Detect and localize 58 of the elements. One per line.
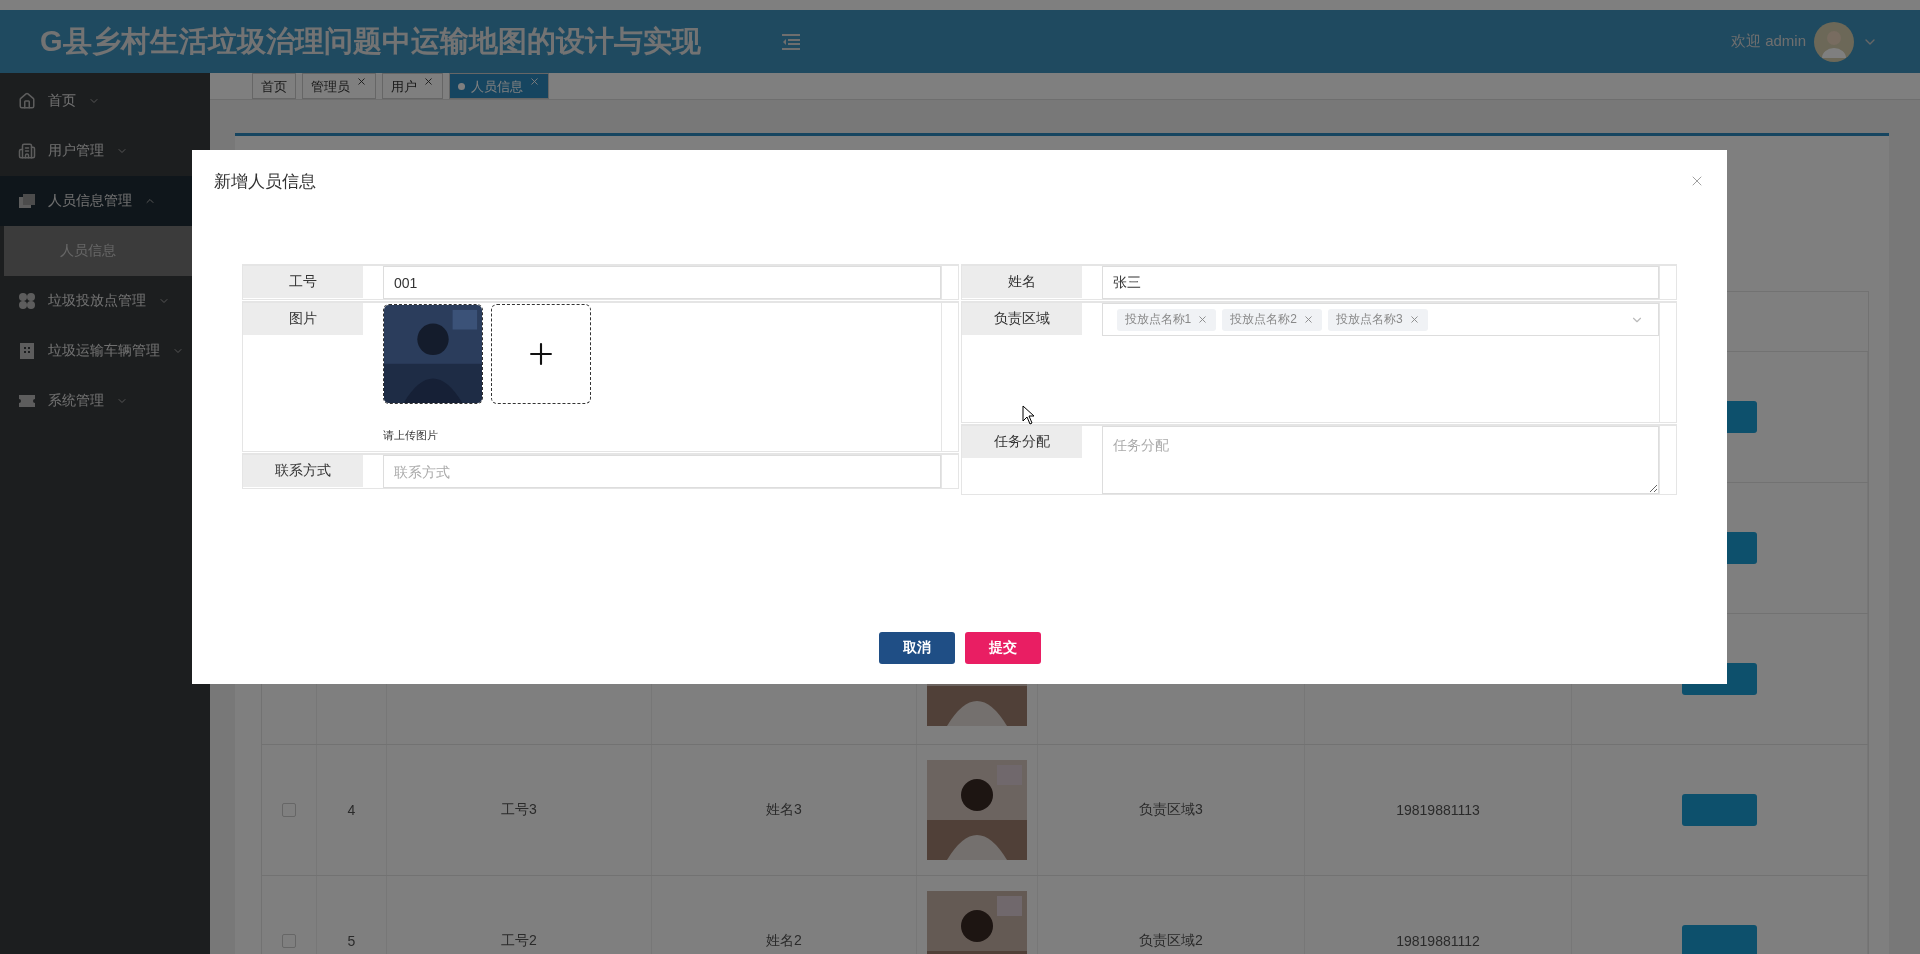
table-cell: 负责区域3 bbox=[1038, 745, 1305, 875]
sidebar-item[interactable]: 垃圾运输车辆管理 bbox=[0, 326, 210, 376]
submit-button[interactable]: 提交 bbox=[964, 632, 1041, 664]
tab[interactable]: 人员信息 bbox=[449, 73, 549, 99]
select-field[interactable]: 投放点名称1 投放点名称2 投放点名称3 bbox=[1101, 303, 1659, 336]
tag-label: 投放点名称2 bbox=[1230, 311, 1297, 328]
input-field[interactable]: 张三 bbox=[1101, 266, 1659, 299]
table-cell: 工号2 bbox=[387, 876, 652, 954]
sidebar-item[interactable]: 用户管理 bbox=[0, 126, 210, 176]
pointer-icon bbox=[1022, 405, 1036, 425]
table-cell: 19819881113 bbox=[1305, 745, 1572, 875]
circles-icon bbox=[18, 292, 36, 310]
tab[interactable]: 管理员 bbox=[302, 73, 376, 99]
text-area[interactable]: 任务分配 bbox=[1101, 426, 1659, 494]
close-icon[interactable] bbox=[1302, 314, 1314, 325]
tag-label: 投放点名称1 bbox=[1124, 311, 1192, 328]
close-icon[interactable] bbox=[1197, 314, 1209, 325]
sidebar-item[interactable]: 系统管理 bbox=[0, 376, 210, 426]
folders-icon bbox=[18, 192, 36, 210]
app-title: G县乡村生活垃圾治理问题中运输地图的设计与实现 bbox=[40, 23, 702, 59]
home-icon bbox=[18, 92, 36, 110]
field-label: 联系方式 bbox=[243, 455, 363, 487]
field-label: 姓名 bbox=[961, 266, 1082, 298]
input-field[interactable]: 001 bbox=[383, 266, 941, 299]
field-label: 图片 bbox=[243, 303, 363, 335]
close-icon[interactable] bbox=[356, 76, 367, 87]
field-label: 工号 bbox=[243, 266, 363, 298]
avatar[interactable] bbox=[1814, 21, 1854, 62]
active-dot bbox=[458, 82, 465, 90]
table-cell: 19819881112 bbox=[1305, 876, 1572, 954]
table-cell: 负责区域2 bbox=[1038, 876, 1305, 954]
checkbox[interactable] bbox=[282, 934, 296, 948]
building-icon bbox=[18, 142, 36, 160]
cancel-button[interactable]: 取消 bbox=[878, 632, 955, 664]
dialog-title: 新增人员信息 bbox=[214, 170, 316, 193]
field-label: 负责区域 bbox=[961, 303, 1082, 335]
table-cell: 5 bbox=[317, 876, 387, 954]
building-icon bbox=[18, 342, 36, 360]
table-cell: 工号3 bbox=[387, 745, 652, 875]
tag-label: 投放点名称3 bbox=[1335, 311, 1403, 328]
checkbox[interactable] bbox=[282, 803, 296, 817]
table-cell: 姓名2 bbox=[652, 876, 917, 954]
menu-icon[interactable] bbox=[780, 32, 802, 51]
tab[interactable]: 用户 bbox=[382, 73, 443, 99]
close-icon[interactable] bbox=[423, 76, 434, 87]
close-icon[interactable] bbox=[529, 76, 540, 87]
upload-button[interactable] bbox=[491, 304, 591, 404]
sidebar-item[interactable]: 垃圾投放点管理 bbox=[0, 276, 210, 326]
table-cell: 4 bbox=[317, 745, 387, 875]
ticket-icon bbox=[18, 392, 36, 410]
sidebar-item[interactable]: 首页 bbox=[0, 76, 210, 126]
upload-hint: 请上传图片 bbox=[383, 428, 439, 443]
table-cell: 姓名3 bbox=[652, 745, 917, 875]
welcome-text: 欢迎 admin bbox=[1730, 32, 1806, 51]
tab[interactable]: 首页 bbox=[252, 73, 296, 99]
input-field[interactable]: 联系方式 bbox=[383, 455, 941, 488]
field-label: 任务分配 bbox=[961, 426, 1082, 458]
close-icon[interactable] bbox=[1408, 314, 1420, 325]
